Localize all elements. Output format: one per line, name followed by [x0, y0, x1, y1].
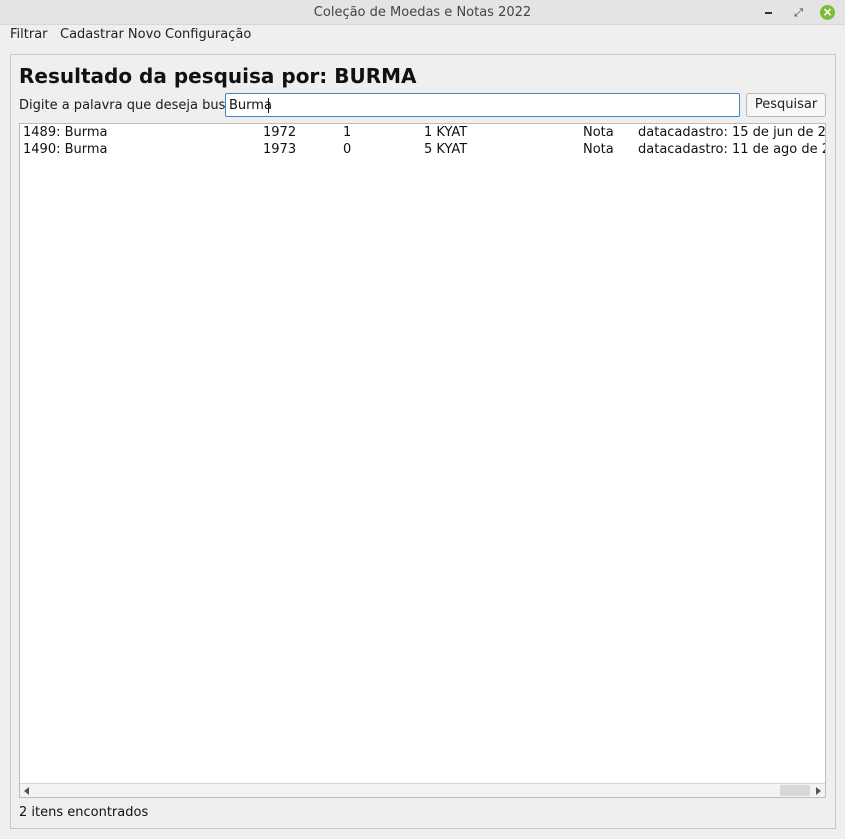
item-date: datacadastro: 15 de jun de 2 — [638, 125, 826, 140]
results-list[interactable]: 1489: Burma 1972 1 1 KYAT Nota datacadas… — [19, 123, 826, 798]
list-item[interactable]: 1489: Burma 1972 1 1 KYAT Nota datacadas… — [20, 125, 825, 142]
scroll-right-icon[interactable] — [816, 787, 821, 795]
search-button[interactable]: Pesquisar — [746, 93, 826, 117]
item-quantity: 0 — [343, 142, 352, 157]
item-date: datacadastro: 11 de ago de 2 — [638, 142, 826, 157]
search-input[interactable] — [225, 93, 740, 117]
scrollbar-thumb[interactable] — [780, 785, 810, 796]
menu-bar: Filtrar Cadastrar Novo Configuração — [0, 26, 845, 44]
page-title: Resultado da pesquisa por: BURMA — [19, 64, 417, 88]
menu-filtrar[interactable]: Filtrar — [10, 27, 48, 42]
scroll-left-icon[interactable] — [24, 787, 29, 795]
search-label: Digite a palavra que deseja buscar — [19, 98, 246, 113]
item-id: 1489: Burma — [23, 125, 108, 140]
status-text: 2 itens encontrados — [19, 805, 149, 820]
list-item[interactable]: 1490: Burma 1973 0 5 KYAT Nota datacadas… — [20, 142, 825, 159]
item-type: Nota — [583, 125, 614, 140]
item-type: Nota — [583, 142, 614, 157]
restore-icon[interactable]: ⤢ — [791, 5, 806, 20]
window-title: Coleção de Moedas e Notas 2022 — [313, 5, 532, 20]
item-value: 5 KYAT — [424, 142, 468, 157]
menu-configuracao[interactable]: Configuração — [165, 27, 251, 42]
close-icon[interactable]: × — [820, 5, 835, 20]
menu-cadastrar-novo[interactable]: Cadastrar Novo — [60, 27, 161, 42]
item-value: 1 KYAT — [424, 125, 468, 140]
minimize-icon[interactable] — [761, 5, 776, 20]
text-caret — [268, 98, 269, 113]
horizontal-scrollbar[interactable] — [20, 783, 825, 797]
title-bar: Coleção de Moedas e Notas 2022 ⤢ × — [0, 0, 845, 25]
item-id: 1490: Burma — [23, 142, 108, 157]
item-quantity: 1 — [343, 125, 352, 140]
item-year: 1972 — [263, 125, 297, 140]
item-year: 1973 — [263, 142, 297, 157]
